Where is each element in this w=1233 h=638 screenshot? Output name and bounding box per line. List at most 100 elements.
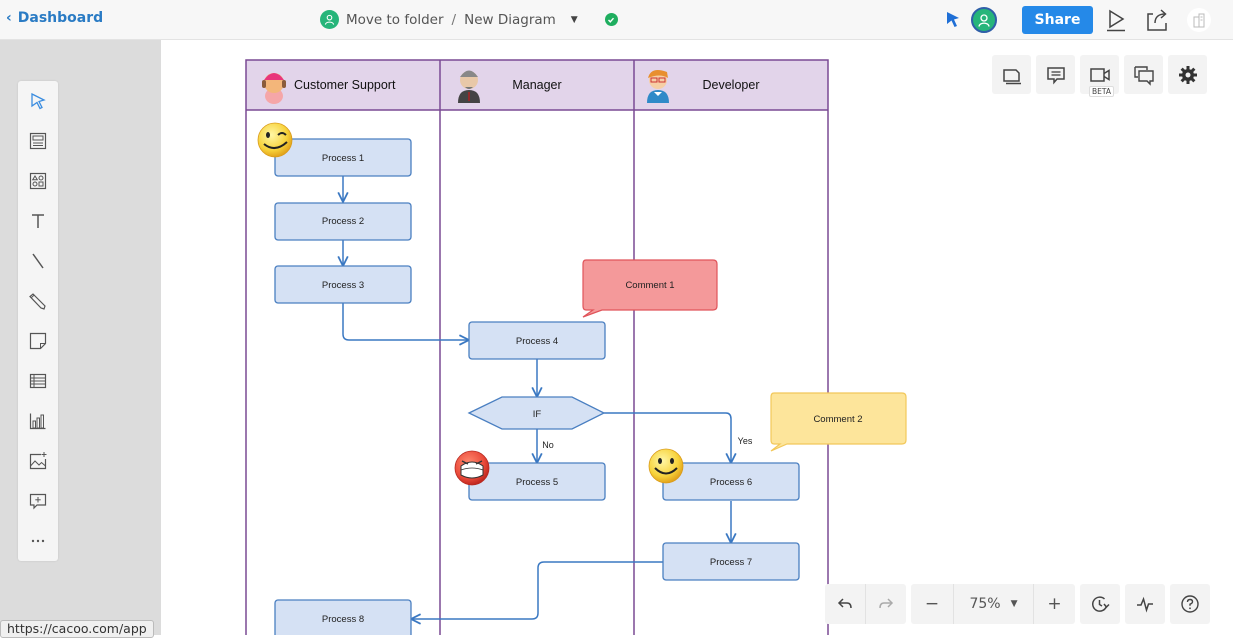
- tool-pencil[interactable]: [18, 284, 58, 318]
- process-box[interactable]: Process 6: [662, 462, 800, 501]
- lane-title: Developer: [703, 78, 760, 92]
- chat-button[interactable]: [1124, 55, 1163, 94]
- text-icon: [32, 214, 44, 228]
- angry-emoji[interactable]: [454, 450, 490, 486]
- tool-select[interactable]: [18, 84, 58, 118]
- activity-button[interactable]: [1125, 584, 1165, 624]
- activity-pulse-icon: [1137, 596, 1153, 613]
- comment-bubble[interactable]: Comment 2: [770, 392, 907, 452]
- help-button[interactable]: [1170, 584, 1210, 624]
- breadcrumb-separator: /: [451, 11, 457, 28]
- back-to-dashboard-link[interactable]: ‹ Dashboard: [6, 10, 103, 26]
- zoom-level-value: 75%: [969, 596, 1001, 612]
- move-to-folder-link[interactable]: Move to folder: [346, 12, 444, 28]
- help-icon: [1181, 595, 1199, 613]
- branch-label-yes: Yes: [738, 436, 753, 446]
- comment-bubble[interactable]: Comment 1: [582, 259, 718, 318]
- redo-button[interactable]: [865, 584, 906, 624]
- process-label: Process 6: [710, 477, 752, 488]
- comment-icon: [1046, 66, 1065, 85]
- organization-icon[interactable]: [1187, 8, 1211, 32]
- process-label: Process 3: [322, 280, 364, 291]
- chevron-down-icon: ▼: [1010, 599, 1018, 609]
- smile-emoji[interactable]: [648, 448, 684, 484]
- presentation-play-icon[interactable]: [1105, 8, 1127, 32]
- process-box[interactable]: Process 7: [662, 542, 800, 581]
- collaborator-cursor-icon: [947, 12, 959, 27]
- zoom-level-dropdown[interactable]: 75% ▼: [953, 584, 1033, 624]
- image-add-icon: [29, 452, 47, 470]
- connector[interactable]: [342, 303, 469, 340]
- branch-label-no: No: [542, 440, 554, 450]
- chat-icon: [1133, 65, 1154, 86]
- zoom-out-button[interactable]: −: [911, 584, 953, 624]
- tool-palette: [18, 81, 58, 561]
- user-avatar[interactable]: [971, 7, 997, 33]
- sticky-note-icon: [29, 332, 47, 350]
- video-icon: [1089, 67, 1110, 82]
- right-panel-toolbar: BETA: [992, 55, 1207, 97]
- pages-button[interactable]: [992, 55, 1031, 94]
- export-icon[interactable]: [1145, 8, 1169, 32]
- comments-button[interactable]: [1036, 55, 1075, 94]
- comment-text: Comment 2: [813, 414, 862, 425]
- swimlane-diagram[interactable]: Customer Support Manager Developer Proce…: [161, 40, 1233, 635]
- settings-button[interactable]: [1168, 55, 1207, 94]
- undo-icon: [837, 598, 852, 609]
- diagram-canvas[interactable]: Customer Support Manager Developer Proce…: [161, 40, 1233, 635]
- process-label: Process 7: [710, 557, 752, 568]
- line-icon: [32, 253, 44, 269]
- wink-emoji[interactable]: [257, 122, 293, 158]
- process-box[interactable]: Process 5: [468, 462, 606, 501]
- dashboard-label: Dashboard: [17, 10, 104, 26]
- comment-add-icon: [29, 493, 47, 510]
- process-box[interactable]: Process 4: [468, 321, 606, 360]
- history-button[interactable]: [1080, 584, 1120, 624]
- gear-icon: [1178, 65, 1197, 84]
- history-icon: [1092, 596, 1110, 612]
- video-button[interactable]: BETA: [1080, 55, 1119, 97]
- tool-comment[interactable]: [18, 484, 58, 518]
- decision-label: IF: [533, 409, 542, 420]
- tool-text[interactable]: [18, 204, 58, 238]
- saved-check-icon: [604, 13, 618, 26]
- process-label: Process 8: [322, 614, 364, 625]
- tool-image[interactable]: [18, 444, 58, 478]
- chevron-left-icon: ‹: [6, 10, 12, 26]
- tool-more[interactable]: [18, 524, 58, 558]
- template-icon: [29, 132, 47, 150]
- shapes-icon: [29, 172, 47, 190]
- tool-table[interactable]: [18, 364, 58, 398]
- pages-icon: [1002, 68, 1021, 84]
- connector[interactable]: [411, 561, 663, 619]
- top-bar: ‹ Dashboard Move to folder / New Diagram…: [0, 0, 1233, 40]
- process-box[interactable]: Process 8: [274, 599, 412, 635]
- tool-chart[interactable]: [18, 404, 58, 438]
- lane-title: Manager: [512, 78, 561, 92]
- process-label: Process 1: [322, 153, 364, 164]
- process-box[interactable]: Process 3: [274, 265, 412, 304]
- tool-sticky-note[interactable]: [18, 324, 58, 358]
- undo-button[interactable]: [825, 584, 865, 624]
- decision-shape[interactable]: IF: [467, 396, 606, 430]
- tool-template[interactable]: [18, 124, 58, 158]
- share-button[interactable]: Share: [1022, 6, 1093, 34]
- pencil-icon: [29, 293, 46, 310]
- process-box[interactable]: Process 2: [274, 202, 412, 241]
- process-label: Process 2: [322, 216, 364, 227]
- diagram-menu-caret-icon[interactable]: ▼: [571, 15, 578, 25]
- process-box[interactable]: Process 1: [274, 138, 412, 177]
- redo-icon: [879, 598, 894, 609]
- table-icon: [29, 373, 47, 389]
- beta-badge: BETA: [1089, 86, 1115, 97]
- tool-shapes[interactable]: [18, 164, 58, 198]
- zoom-in-button[interactable]: +: [1033, 584, 1075, 624]
- bottom-toolbar: − 75% ▼ +: [825, 584, 1210, 624]
- diagram-name[interactable]: New Diagram: [464, 12, 556, 28]
- status-url-tooltip: https://cacoo.com/app: [0, 620, 154, 638]
- tool-line[interactable]: [18, 244, 58, 278]
- folder-owner-icon: [320, 10, 339, 29]
- breadcrumb: Move to folder / New Diagram ▼: [320, 10, 618, 29]
- process-label: Process 5: [516, 477, 558, 488]
- more-icon: [31, 539, 45, 543]
